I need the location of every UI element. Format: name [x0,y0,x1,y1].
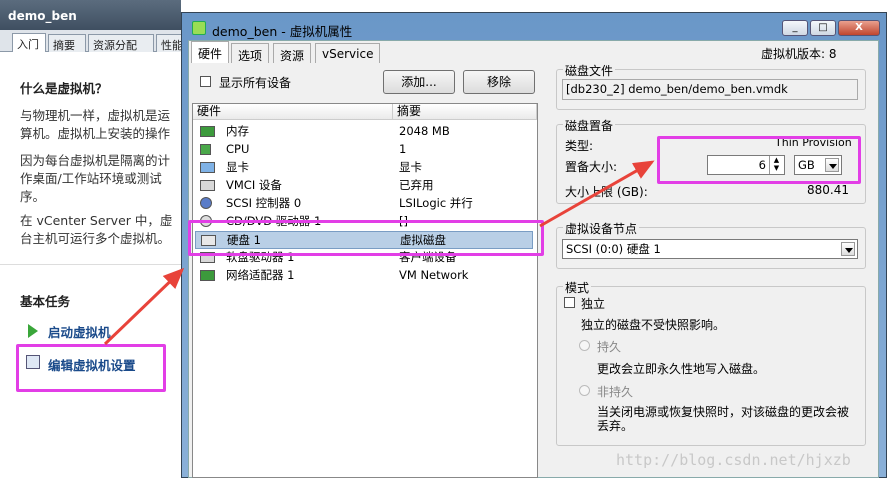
arrow-to-hard-disk [103,267,185,346]
arrow-to-size [539,160,655,228]
screenshot-root: demo_ben 入门 摘要 资源分配 性能 什么是虚拟机？ 与物理机一样，虚拟… [0,0,887,478]
annotation-arrows [103,160,655,346]
watermark: http://blog.csdn.net/hjxzb [616,451,851,469]
